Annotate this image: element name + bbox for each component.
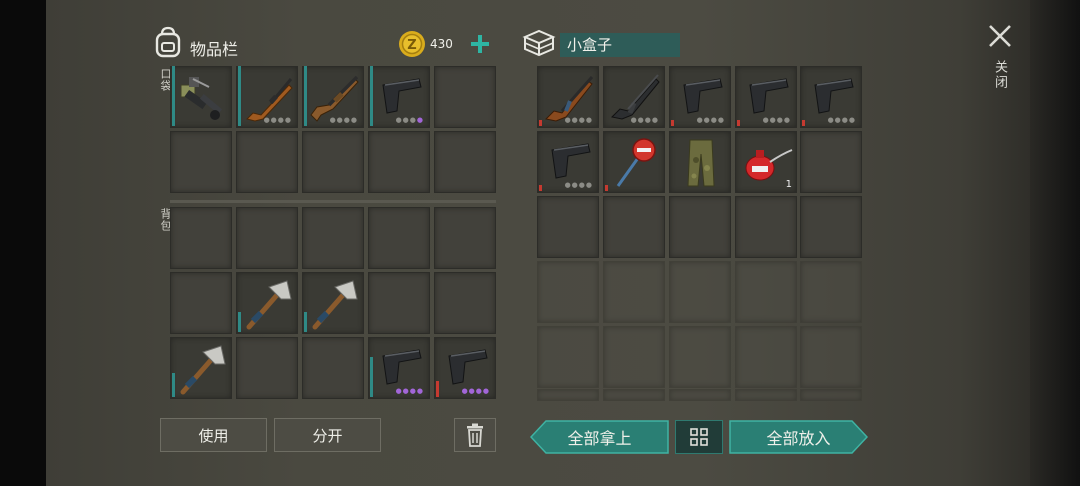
pocket-slot-pistol[interactable]: ●●●●: [368, 66, 430, 128]
container-slot-locked: [537, 261, 599, 323]
trash-button[interactable]: [454, 418, 496, 452]
pocket-slot-empty[interactable]: [368, 131, 430, 193]
backpack-slot-hatchet[interactable]: [170, 337, 232, 399]
split-button[interactable]: 分开: [274, 418, 381, 452]
hatchet-icon: [312, 280, 358, 330]
hatchet-icon: [180, 345, 226, 395]
container-slot-empty[interactable]: [669, 196, 731, 258]
backpack-slot-empty[interactable]: [302, 207, 364, 269]
trash-icon: [467, 423, 483, 447]
container-slot-stop-sign[interactable]: [603, 131, 665, 193]
pocket-slot-rifle[interactable]: ●●●●: [236, 66, 298, 128]
rarity-dots: ●●●●: [395, 116, 424, 124]
container-slot-empty[interactable]: [537, 196, 599, 258]
mounted-gun-icon: [180, 77, 223, 120]
rarity-dots: ●●●●: [696, 116, 725, 124]
box-icon: [522, 29, 556, 57]
backpack-slot-empty[interactable]: [236, 207, 298, 269]
backpack-slot-hatchet[interactable]: [236, 272, 298, 334]
backpack-slot-empty[interactable]: [170, 272, 232, 334]
container-slot-pistol[interactable]: ●●●●: [537, 131, 599, 193]
pocket-slot-empty[interactable]: [434, 66, 496, 128]
container-slot-pistol[interactable]: ●●●●: [735, 66, 797, 128]
backpack-slot-empty[interactable]: [368, 272, 430, 334]
inventory-title: 物品栏: [190, 40, 239, 59]
container-slot-locked: [800, 389, 862, 401]
close-label[interactable]: 关闭: [990, 60, 1009, 90]
backpack-icon: [155, 26, 181, 58]
container-name: 小盒子: [560, 33, 680, 57]
container-slot-pants[interactable]: [669, 131, 731, 193]
backpack-slot-pistol[interactable]: ●●●●: [368, 337, 430, 399]
backpack-slot-empty[interactable]: [434, 207, 496, 269]
container-slot-assault-rifle[interactable]: ●●●●: [603, 66, 665, 128]
svg-text:Z: Z: [407, 38, 416, 53]
container-slot-locked: [735, 389, 797, 401]
container-slot-locked: [735, 261, 797, 323]
use-button[interactable]: 使用: [160, 418, 267, 452]
pocket-slot-shotgun[interactable]: ●●●●: [302, 66, 364, 128]
container-slot-locked: [669, 261, 731, 323]
container-slot-locked: [735, 326, 797, 388]
rarity-dots: ●●●●: [461, 387, 490, 395]
container-slot-empty[interactable]: [603, 196, 665, 258]
coin-icon: Z: [399, 31, 425, 57]
rarity-dots: ●●●●: [827, 116, 856, 124]
container-slot-locked: [800, 326, 862, 388]
container-slot-locked: [669, 389, 731, 401]
pocket-slot-mounted-gun[interactable]: [170, 66, 232, 128]
pants-icon: [687, 139, 715, 187]
backpack-slot-empty[interactable]: [434, 272, 496, 334]
container-slot-pistol[interactable]: ●●●●: [800, 66, 862, 128]
backpack-slot-hatchet[interactable]: [302, 272, 364, 334]
backpack-slot-empty[interactable]: [170, 207, 232, 269]
container-slot-locked: [669, 326, 731, 388]
pocket-slot-empty[interactable]: [236, 131, 298, 193]
backpack-slot-empty[interactable]: [368, 207, 430, 269]
put-all-button[interactable]: 全部放入: [729, 420, 868, 454]
container-slot-oil-can[interactable]: 1: [735, 131, 797, 193]
container-slot-locked: [603, 389, 665, 401]
container-slot-locked: [603, 326, 665, 388]
section-divider: [170, 200, 496, 203]
rarity-dots: ●●●●: [395, 387, 424, 395]
container-slot-pistol[interactable]: ●●●●: [669, 66, 731, 128]
container-slot-locked: [537, 326, 599, 388]
take-all-button[interactable]: 全部拿上: [530, 420, 669, 454]
item-count: 1: [785, 179, 792, 190]
rarity-dots: ●●●●: [564, 116, 593, 124]
pocket-slot-empty[interactable]: [170, 131, 232, 193]
rarity-dots: ●●●●: [762, 116, 791, 124]
container-slot-ak-rifle[interactable]: ●●●●: [537, 66, 599, 128]
backpack-slot-empty[interactable]: [236, 337, 298, 399]
backpack-slot-pistol[interactable]: ●●●●: [434, 337, 496, 399]
right-edge: [1030, 0, 1080, 486]
container-slot-empty[interactable]: [800, 131, 862, 193]
rarity-dots: ●●●●: [630, 116, 659, 124]
rarity-dots: ●●●●: [263, 116, 292, 124]
plus-icon[interactable]: [469, 33, 491, 55]
rarity-dots: ●●●●: [564, 181, 593, 189]
container-slot-locked: [537, 389, 599, 401]
hatchet-icon: [246, 280, 292, 330]
game-screen: 物品栏 Z 430 小盒子 关闭 口袋 背包 ●●●● ●●●● ●●●● ●●…: [0, 0, 1080, 486]
coin-count: 430: [430, 37, 453, 51]
stop-sign-icon: [616, 138, 656, 187]
pocket-slot-empty[interactable]: [302, 131, 364, 193]
close-icon[interactable]: [986, 22, 1014, 50]
container-slot-locked: [603, 261, 665, 323]
take-all-label: 全部拿上: [567, 429, 632, 448]
backpack-slot-empty[interactable]: [302, 337, 364, 399]
rarity-dots: ●●●●: [329, 116, 358, 124]
grid-toggle-button[interactable]: [675, 420, 723, 454]
grid-icon: [690, 428, 708, 446]
container-slot-empty[interactable]: [800, 196, 862, 258]
container-slot-empty[interactable]: [735, 196, 797, 258]
container-slot-locked: [800, 261, 862, 323]
put-all-label: 全部放入: [766, 429, 831, 448]
pocket-slot-empty[interactable]: [434, 131, 496, 193]
left-edge: [0, 0, 46, 486]
